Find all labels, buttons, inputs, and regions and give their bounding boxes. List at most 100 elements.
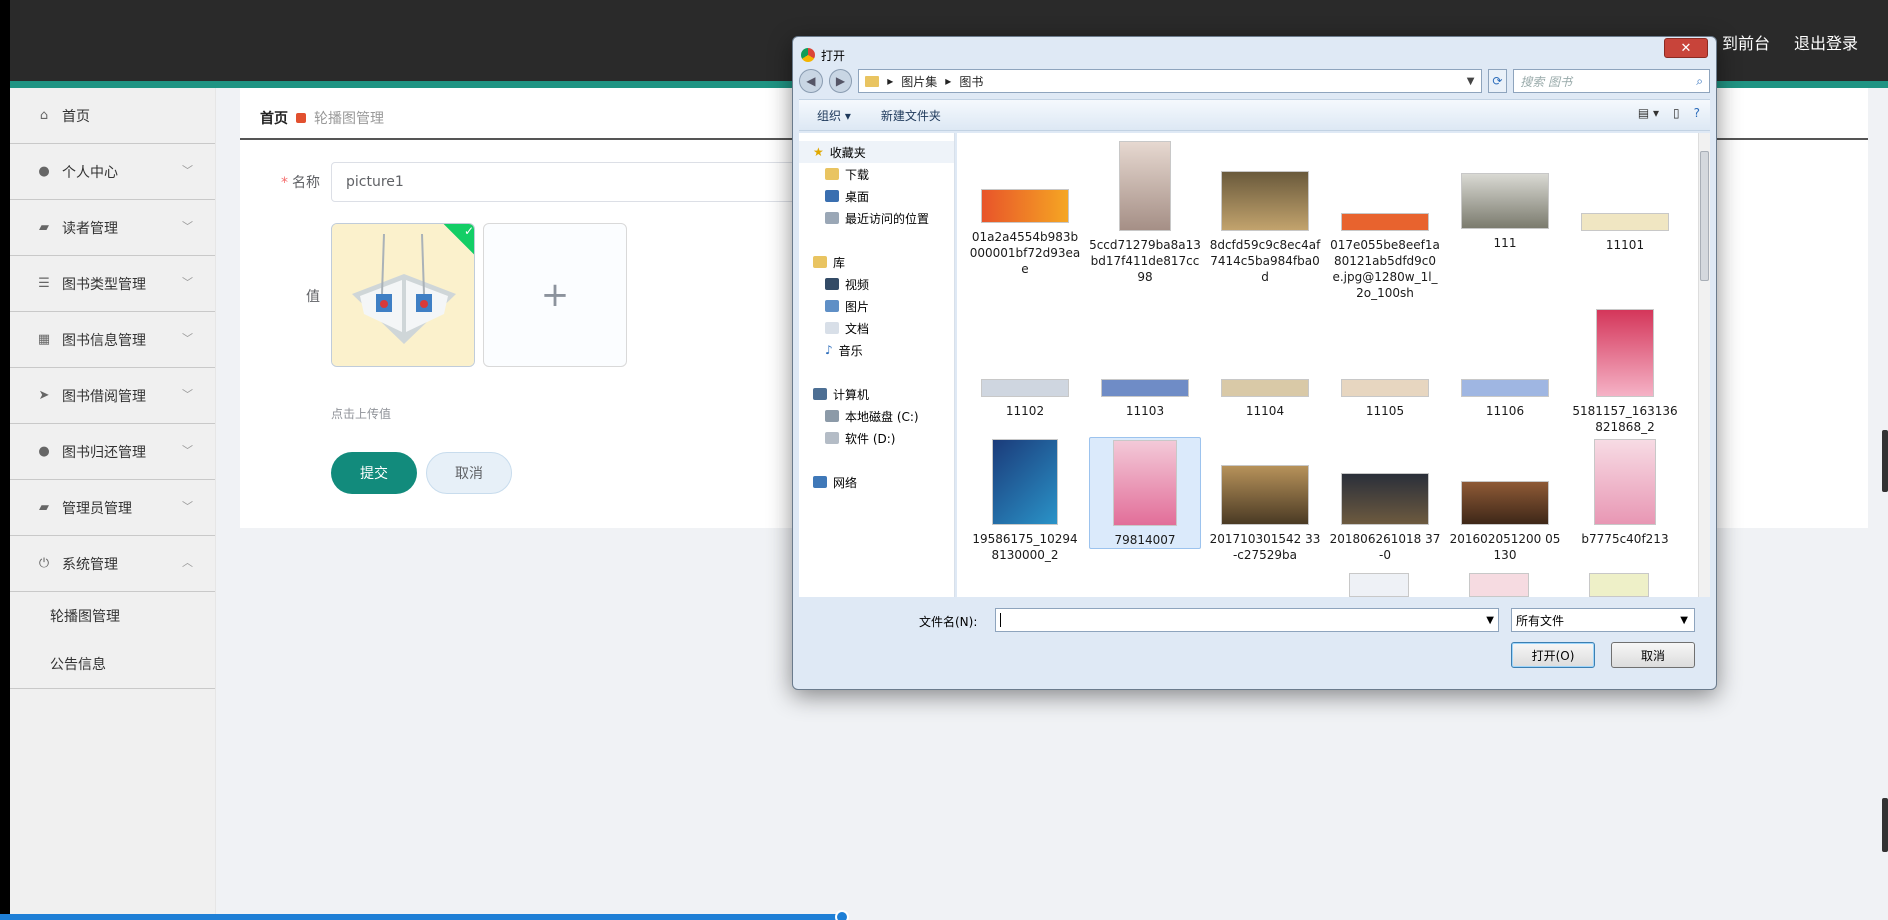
breadcrumb: 首页 轮播图管理 (260, 108, 384, 128)
file-item[interactable]: 11101 (1569, 213, 1681, 253)
system-submenu: 轮播图管理 公告信息 (10, 592, 215, 689)
sidebar-item-admins[interactable]: ▰ 管理员管理 ﹀ (10, 480, 215, 536)
sidebar-item-label: 个人中心 (62, 164, 118, 181)
sidebar-item-label: 管理员管理 (62, 500, 132, 517)
file-thumbnail (1461, 481, 1549, 525)
sidebar-item-borrowing[interactable]: ➤ 图书借阅管理 ﹀ (10, 368, 215, 424)
view-options-icon[interactable]: ▤ ▾ (1638, 106, 1659, 120)
file-item[interactable]: 201710301542 33-c27529ba (1209, 465, 1321, 563)
file-type-select[interactable]: 所有文件 ▼ (1511, 608, 1695, 632)
chevron-down-icon: ﹀ (182, 332, 193, 345)
sidebar-item-label: 图书借阅管理 (62, 388, 146, 405)
nav-computer[interactable]: 计算机 (799, 383, 954, 405)
back-button[interactable]: ◀ (799, 69, 823, 93)
text-caret (1000, 613, 1001, 627)
name-input[interactable]: picture1 (331, 162, 831, 202)
name-label: * 名称 (281, 175, 320, 191)
add-image-button[interactable]: + (483, 223, 627, 367)
sidebar-item-personal-center[interactable]: ● 个人中心 ﹀ (10, 144, 215, 200)
refresh-icon: ⟳ (1492, 74, 1503, 88)
nav-videos[interactable]: 视频 (799, 273, 954, 295)
file-item[interactable]: 01a2a4554b983b000001bf72d93eae (969, 189, 1081, 277)
preview-pane-icon[interactable]: ▯ (1673, 106, 1680, 120)
nav-documents[interactable]: 文档 (799, 317, 954, 339)
nav-pictures[interactable]: 图片 (799, 295, 954, 317)
file-list-scrollbar[interactable] (1698, 133, 1710, 597)
network-icon (813, 476, 827, 488)
file-item[interactable]: 201806261018 37-0 (1329, 473, 1441, 563)
file-item[interactable]: 8dcfd59c9c8ec4af7414c5ba984fba0d (1209, 171, 1321, 285)
file-item[interactable]: 201602051200 05130 (1449, 481, 1561, 563)
video-icon (825, 278, 839, 290)
sidebar-item-returns[interactable]: ● 图书归还管理 ﹀ (10, 424, 215, 480)
search-input[interactable]: 搜索 图书 ⌕ (1513, 69, 1710, 93)
progress-bar (0, 910, 849, 920)
chevron-down-icon[interactable]: ▼ (1486, 615, 1494, 626)
nav-disk-c[interactable]: 本地磁盘 (C:) (799, 405, 954, 427)
progress-knob[interactable] (835, 910, 849, 920)
chevron-down-icon[interactable]: ▼ (1467, 76, 1475, 87)
downloads-folder-icon (825, 168, 839, 180)
nav-downloads[interactable]: 下载 (799, 163, 954, 185)
address-bar[interactable]: ▸ 图片集 ▸ 图书 ▼ (858, 69, 1482, 93)
sidebar-item-system[interactable]: ⏻ 系统管理 ︿ (10, 536, 215, 592)
sidebar-item-label: 图书归还管理 (62, 444, 146, 461)
sidebar-item-label: 系统管理 (62, 556, 118, 573)
submit-button[interactable]: 提交 (331, 452, 417, 494)
nav-desktop[interactable]: 桌面 (799, 185, 954, 207)
sidebar-item-readers[interactable]: ▰ 读者管理 ﹀ (10, 200, 215, 256)
refresh-button[interactable]: ⟳ (1487, 69, 1508, 93)
nav-recent[interactable]: 最近访问的位置 (799, 207, 954, 229)
file-thumbnail (1596, 309, 1654, 397)
cancel-button[interactable]: 取消 (426, 452, 512, 494)
sidebar-item-announcements[interactable]: 公告信息 (10, 640, 215, 688)
to-frontend-link[interactable]: 到前台 (1722, 30, 1770, 54)
path-segment[interactable]: 图书 (959, 73, 983, 90)
file-item[interactable]: 11104 (1209, 379, 1321, 419)
uploaded-image-thumbnail[interactable]: ✓ (331, 223, 475, 367)
sidebar-item-home[interactable]: ⌂ 首页 (10, 88, 215, 144)
file-item[interactable]: 5ccd71279ba8a13bd17f411de817cc98 (1089, 141, 1201, 285)
file-item[interactable]: 5181157_163136821868_2 (1569, 309, 1681, 435)
sidebar-item-carousel[interactable]: 轮播图管理 (10, 592, 215, 640)
file-item[interactable]: b7775c40f213 (1569, 439, 1681, 547)
nav-network[interactable]: 网络 (799, 471, 954, 493)
value-label: 值 (306, 289, 320, 305)
file-item-selected[interactable]: 79814007 (1089, 437, 1201, 549)
open-file-dialog: 打开 ✕ ◀ ▶ ▸ 图片集 ▸ 图书 ▼ ⟳ 搜索 图书 ⌕ 组织 ▾ 新建文… (792, 36, 1717, 690)
help-icon[interactable]: ? (1694, 106, 1700, 120)
dialog-close-button[interactable]: ✕ (1664, 38, 1708, 58)
open-button[interactable]: 打开(O) (1511, 642, 1595, 668)
file-item[interactable]: 11105 (1329, 379, 1441, 419)
file-item[interactable]: 11102 (969, 379, 1081, 419)
nav-disk-d[interactable]: 软件 (D:) (799, 427, 954, 449)
breadcrumb-home[interactable]: 首页 (260, 108, 288, 128)
chevron-down-icon: ﹀ (182, 500, 193, 513)
file-thumbnail (1461, 173, 1549, 229)
file-item[interactable]: 11106 (1449, 379, 1561, 419)
file-item[interactable]: 19586175_102948130000_2 (969, 439, 1081, 563)
sidebar-item-book-info[interactable]: ▦ 图书信息管理 ﹀ (10, 312, 215, 368)
file-item[interactable]: 111 (1449, 173, 1561, 251)
new-folder-button[interactable]: 新建文件夹 (881, 107, 941, 124)
dialog-cancel-button[interactable]: 取消 (1611, 642, 1695, 668)
filename-input[interactable]: ▼ (995, 608, 1499, 632)
breadcrumb-separator-icon (296, 113, 306, 123)
nav-library[interactable]: 库 (799, 251, 954, 273)
file-thumbnail (1341, 473, 1429, 525)
forward-button[interactable]: ▶ (828, 69, 853, 93)
scrollbar-thumb[interactable] (1700, 151, 1709, 281)
nav-favorites[interactable]: ★ 收藏夹 (799, 141, 954, 163)
sidebar-item-label: 图书类型管理 (62, 276, 146, 293)
logout-link[interactable]: 退出登录 (1794, 30, 1858, 54)
nav-music[interactable]: ♪ 音乐 (799, 339, 954, 361)
search-icon: ⌕ (1696, 73, 1703, 88)
organize-button[interactable]: 组织 ▾ (817, 107, 851, 124)
sidebar-item-book-types[interactable]: ☰ 图书类型管理 ﹀ (10, 256, 215, 312)
chevron-down-icon: ▼ (1680, 614, 1688, 626)
file-item[interactable]: 017e055be8eef1a80121ab5dfd9c0e.jpg@1280w… (1329, 213, 1441, 301)
sliders-icon: ☰ (38, 276, 50, 291)
path-segment[interactable]: 图片集 (901, 73, 937, 90)
sidebar-item-label: 读者管理 (62, 220, 118, 237)
file-item[interactable]: 11103 (1089, 379, 1201, 419)
